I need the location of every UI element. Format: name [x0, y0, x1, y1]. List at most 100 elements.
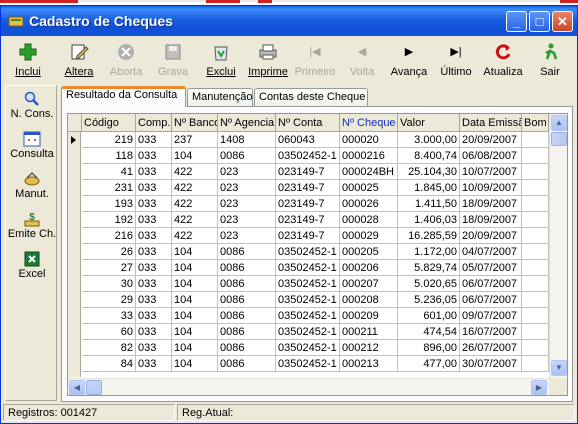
cell-valor[interactable]: 8.400,74 — [398, 148, 460, 164]
table-row[interactable]: 33 033 104 0086 03502452-1 000209 601,00 09/07/… — [82, 308, 549, 324]
cell-conta[interactable]: 03502452-1 — [276, 292, 340, 308]
cell-banco[interactable]: 104 — [172, 340, 218, 356]
cell-comp[interactable]: 033 — [136, 148, 172, 164]
altera-button[interactable]: Altera — [56, 39, 102, 83]
cell-valor[interactable]: 5.236,05 — [398, 292, 460, 308]
cell-bom[interactable] — [522, 324, 549, 340]
cell-conta[interactable]: 023149-7 — [276, 228, 340, 244]
table-row[interactable]: 26 033 104 0086 03502452-1 000205 1.172,00 04/0… — [82, 244, 549, 260]
table-row[interactable]: 219 033 237 1408 060043 000020 3.000,00 20/09/2… — [82, 132, 549, 148]
cell-cheque[interactable]: 000209 — [340, 308, 398, 324]
cell-data-emissao[interactable]: 06/07/2007 — [460, 292, 522, 308]
cell-banco[interactable]: 104 — [172, 148, 218, 164]
table-row[interactable]: 231 033 422 023 023149-7 000025 1.845,00 10/09/… — [82, 180, 549, 196]
cell-valor[interactable]: 1.845,00 — [398, 180, 460, 196]
cell-comp[interactable]: 033 — [136, 292, 172, 308]
cell-cheque[interactable]: 000024BH — [340, 164, 398, 180]
horizontal-scroll-thumb[interactable] — [86, 380, 102, 395]
sair-button[interactable]: Sair — [527, 39, 573, 83]
header-agencia[interactable]: Nº Agencia — [218, 114, 276, 132]
header-data-emissao[interactable]: Data Emissão — [460, 114, 522, 132]
cell-conta[interactable]: 03502452-1 — [276, 356, 340, 372]
cell-codigo[interactable]: 82 — [82, 340, 136, 356]
tab-manutencao[interactable]: Manutenção — [187, 88, 253, 106]
vertical-scroll-thumb[interactable] — [551, 132, 567, 146]
cell-agencia[interactable]: 0086 — [218, 308, 276, 324]
cell-bom[interactable] — [522, 292, 549, 308]
table-row[interactable]: 118 033 104 0086 03502452-1 0000216 8.400,74 06… — [82, 148, 549, 164]
cell-data-emissao[interactable]: 06/07/2007 — [460, 276, 522, 292]
cell-banco[interactable]: 422 — [172, 196, 218, 212]
title-bar[interactable]: Cadastro de Cheques _ □ ✕ — [1, 6, 577, 36]
cell-comp[interactable]: 033 — [136, 308, 172, 324]
cell-conta[interactable]: 023149-7 — [276, 196, 340, 212]
cell-comp[interactable]: 033 — [136, 244, 172, 260]
exclui-button[interactable]: Exclui — [198, 39, 244, 83]
cell-agencia[interactable]: 023 — [218, 196, 276, 212]
cell-cheque[interactable]: 000208 — [340, 292, 398, 308]
cell-banco[interactable]: 104 — [172, 356, 218, 372]
horizontal-scrollbar[interactable]: ◀ ▶ — [68, 378, 549, 395]
cell-cheque[interactable]: 000029 — [340, 228, 398, 244]
cell-agencia[interactable]: 1408 — [218, 132, 276, 148]
cell-banco[interactable]: 422 — [172, 164, 218, 180]
primeiro-button[interactable]: |◀ Primeiro — [292, 39, 338, 83]
cell-data-emissao[interactable]: 20/09/2007 — [460, 228, 522, 244]
cell-banco[interactable]: 104 — [172, 244, 218, 260]
cell-agencia[interactable]: 0086 — [218, 292, 276, 308]
cell-conta[interactable]: 03502452-1 — [276, 148, 340, 164]
header-bom[interactable]: Bom — [522, 114, 549, 132]
table-row[interactable]: 193 033 422 023 023149-7 000026 1.411,50 18/09/… — [82, 196, 549, 212]
table-row[interactable]: 216 033 422 023 023149-7 000029 16.285,59 20/09… — [82, 228, 549, 244]
cell-valor[interactable]: 896,00 — [398, 340, 460, 356]
cell-cheque[interactable]: 000212 — [340, 340, 398, 356]
cell-data-emissao[interactable]: 20/09/2007 — [460, 132, 522, 148]
cell-bom[interactable] — [522, 132, 549, 148]
cell-bom[interactable] — [522, 260, 549, 276]
cell-conta[interactable]: 060043 — [276, 132, 340, 148]
cell-bom[interactable] — [522, 276, 549, 292]
cell-data-emissao[interactable]: 10/09/2007 — [460, 180, 522, 196]
cell-cheque[interactable]: 000026 — [340, 196, 398, 212]
table-row[interactable]: 27 033 104 0086 03502452-1 000206 5.829,74 05/0… — [82, 260, 549, 276]
cell-agencia[interactable]: 023 — [218, 228, 276, 244]
cell-comp[interactable]: 033 — [136, 340, 172, 356]
cell-data-emissao[interactable]: 10/07/2007 — [460, 164, 522, 180]
cell-valor[interactable]: 1.411,50 — [398, 196, 460, 212]
cell-agencia[interactable]: 0086 — [218, 340, 276, 356]
scroll-right-button[interactable]: ▶ — [531, 380, 547, 395]
cell-banco[interactable]: 237 — [172, 132, 218, 148]
cell-banco[interactable]: 104 — [172, 276, 218, 292]
cell-agencia[interactable]: 0086 — [218, 276, 276, 292]
cell-conta[interactable]: 03502452-1 — [276, 260, 340, 276]
sidebar-item-excel[interactable]: Excel — [6, 250, 58, 280]
cell-agencia[interactable]: 0086 — [218, 356, 276, 372]
cell-bom[interactable] — [522, 228, 549, 244]
cell-bom[interactable] — [522, 148, 549, 164]
cell-comp[interactable]: 033 — [136, 324, 172, 340]
cell-data-emissao[interactable]: 06/08/2007 — [460, 148, 522, 164]
sidebar-item-manutencao[interactable]: Manut. — [6, 170, 58, 200]
cell-conta[interactable]: 023149-7 — [276, 180, 340, 196]
tab-resultado-consulta[interactable]: Resultado da Consulta — [61, 86, 186, 107]
cell-cheque[interactable]: 000206 — [340, 260, 398, 276]
cell-data-emissao[interactable]: 16/07/2007 — [460, 324, 522, 340]
cell-codigo[interactable]: 216 — [82, 228, 136, 244]
imprime-button[interactable]: Imprime — [245, 39, 291, 83]
sidebar-item-emite-cheque[interactable]: $ Emite Ch. — [6, 210, 58, 240]
cell-data-emissao[interactable]: 18/09/2007 — [460, 212, 522, 228]
cell-cheque[interactable]: 000205 — [340, 244, 398, 260]
cell-banco[interactable]: 104 — [172, 260, 218, 276]
table-row[interactable]: 41 033 422 023 023149-7 000024BH 25.104,30 10/0… — [82, 164, 549, 180]
cell-conta[interactable]: 023149-7 — [276, 212, 340, 228]
cell-codigo[interactable]: 29 — [82, 292, 136, 308]
cell-valor[interactable]: 16.285,59 — [398, 228, 460, 244]
cell-banco[interactable]: 422 — [172, 212, 218, 228]
header-comp[interactable]: Comp. — [136, 114, 172, 132]
cell-agencia[interactable]: 0086 — [218, 260, 276, 276]
cell-valor[interactable]: 474,54 — [398, 324, 460, 340]
scroll-left-button[interactable]: ◀ — [69, 380, 85, 395]
cell-valor[interactable]: 3.000,00 — [398, 132, 460, 148]
cell-conta[interactable]: 03502452-1 — [276, 276, 340, 292]
tab-contas-deste-cheque[interactable]: Contas deste Cheque — [254, 88, 368, 106]
